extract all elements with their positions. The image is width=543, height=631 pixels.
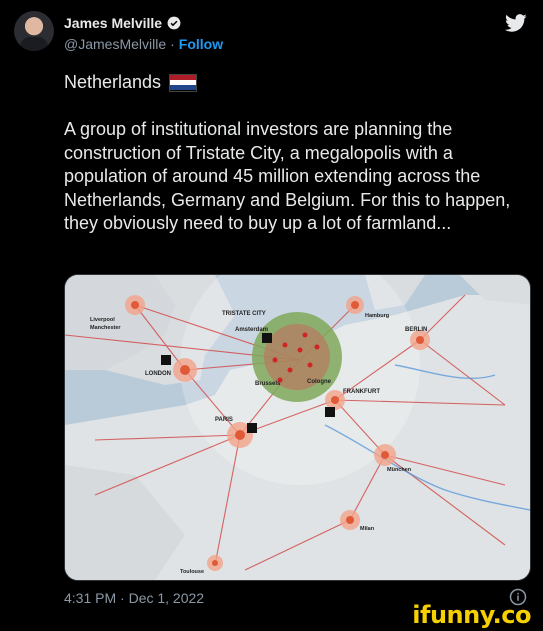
- map-label-tristate: TRISTATE CITY: [222, 311, 266, 317]
- author-name[interactable]: James Melville: [64, 15, 162, 31]
- ifunny-watermark: ifunny.co: [412, 601, 531, 629]
- netherlands-flag-icon: [169, 73, 198, 92]
- map-label-brussels: Brussels: [255, 381, 281, 387]
- map-label-liverpool: Liverpool: [90, 317, 115, 323]
- europe-map: TRISTATE CITY Amsterdam Hamburg BERLIN L…: [65, 275, 530, 580]
- map-label-hamburg: Hamburg: [365, 313, 389, 319]
- separator-dot: ·: [170, 36, 175, 52]
- map-label-milan: Milan: [360, 526, 375, 532]
- author-name-row: James Melville: [64, 15, 181, 31]
- tweet-body: A group of institutional investors are p…: [64, 119, 511, 233]
- country-text: Netherlands: [64, 72, 162, 92]
- handle-row: @JamesMelville · Follow: [64, 36, 223, 52]
- tweet-image[interactable]: TRISTATE CITY Amsterdam Hamburg BERLIN L…: [64, 274, 531, 581]
- map-label-munchen: München: [387, 467, 412, 473]
- twitter-bird-icon[interactable]: [505, 12, 527, 34]
- map-label-toulouse: Toulouse: [180, 569, 204, 575]
- author-handle[interactable]: @JamesMelville: [64, 36, 166, 52]
- tweet-timestamp[interactable]: 4:31 PM · Dec 1, 2022: [64, 590, 204, 606]
- map-label-paris: PARIS: [215, 417, 233, 423]
- avatar[interactable]: [14, 11, 54, 51]
- tweet-card: James Melville @JamesMelville · Follow N…: [0, 0, 543, 612]
- map-label-berlin: BERLIN: [405, 327, 427, 333]
- map-label-manchester: Manchester: [90, 325, 121, 331]
- follow-button[interactable]: Follow: [179, 36, 223, 52]
- map-label-london: LONDON: [145, 371, 171, 377]
- map-label-cologne: Cologne: [307, 379, 332, 385]
- country-line: Netherlands: [64, 72, 198, 93]
- verified-badge-icon: [167, 16, 181, 30]
- map-label-amsterdam: Amsterdam: [235, 327, 268, 333]
- map-label-frankfurt: FRANKFURT: [343, 389, 380, 395]
